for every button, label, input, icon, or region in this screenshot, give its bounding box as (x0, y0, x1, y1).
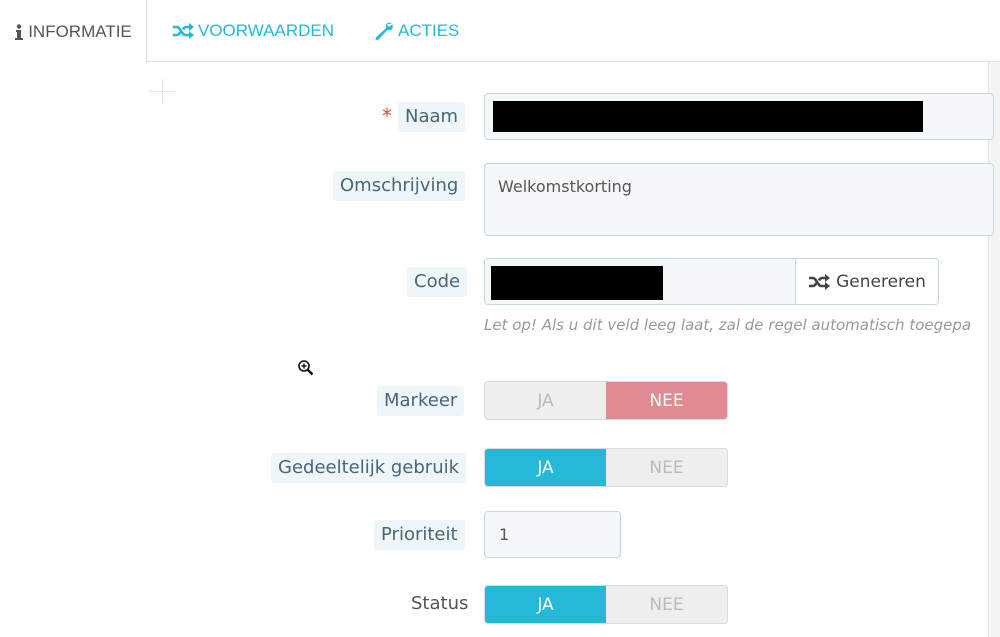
priority-label: Prioriteit (374, 520, 465, 550)
shuffle-icon (808, 273, 831, 290)
tab-acties[interactable]: ACTIES (374, 0, 459, 62)
status-yes-option[interactable]: JA (485, 586, 606, 623)
highlight-label: Markeer (377, 386, 465, 416)
zoom-cursor-icon (298, 360, 314, 376)
partial-use-no-option[interactable]: NEE (606, 449, 727, 486)
description-label: Omschrijving (333, 171, 466, 201)
crosshair-decoration (162, 79, 163, 103)
name-input[interactable] (484, 93, 994, 140)
partial-use-switch: JA NEE (484, 448, 728, 487)
shuffle-icon (172, 23, 194, 39)
code-label: Code (407, 267, 468, 297)
scroll-edge (988, 62, 1000, 637)
code-help-text: Let op! Als u dit veld leeg laat, zal de… (484, 316, 972, 334)
status-label: Status (411, 593, 469, 614)
tab-voorwaarden[interactable]: VOORWAARDEN (172, 0, 334, 62)
status-no-option[interactable]: NEE (606, 586, 727, 623)
tab-label: VOORWAARDEN (198, 21, 335, 40)
priority-input[interactable]: 1 (484, 511, 621, 558)
highlight-yes-option[interactable]: JA (485, 382, 606, 419)
description-value: Welkomstkorting (498, 177, 632, 196)
description-textarea[interactable]: Welkomstkorting (484, 163, 994, 236)
partial-use-label: Gedeeltelijk gebruik (271, 453, 467, 483)
info-icon (14, 23, 24, 40)
generate-code-button[interactable]: Genereren (795, 258, 939, 305)
tab-bar (0, 0, 1000, 62)
code-input[interactable] (484, 258, 796, 305)
highlight-switch: JA NEE (484, 381, 728, 420)
partial-use-yes-option[interactable]: JA (485, 449, 606, 486)
redacted-value (493, 101, 923, 132)
name-label: Naam (398, 102, 466, 132)
wrench-icon (374, 22, 394, 40)
tab-label: ACTIES (398, 21, 460, 40)
required-mark: * (382, 104, 392, 128)
redacted-value (491, 266, 663, 300)
status-switch: JA NEE (484, 585, 728, 624)
priority-value: 1 (499, 525, 510, 544)
tab-label: INFORMATIE (28, 21, 132, 41)
generate-label: Genereren (836, 271, 926, 292)
tab-informatie[interactable]: INFORMATIE (0, 0, 147, 63)
highlight-no-option[interactable]: NEE (606, 382, 727, 419)
